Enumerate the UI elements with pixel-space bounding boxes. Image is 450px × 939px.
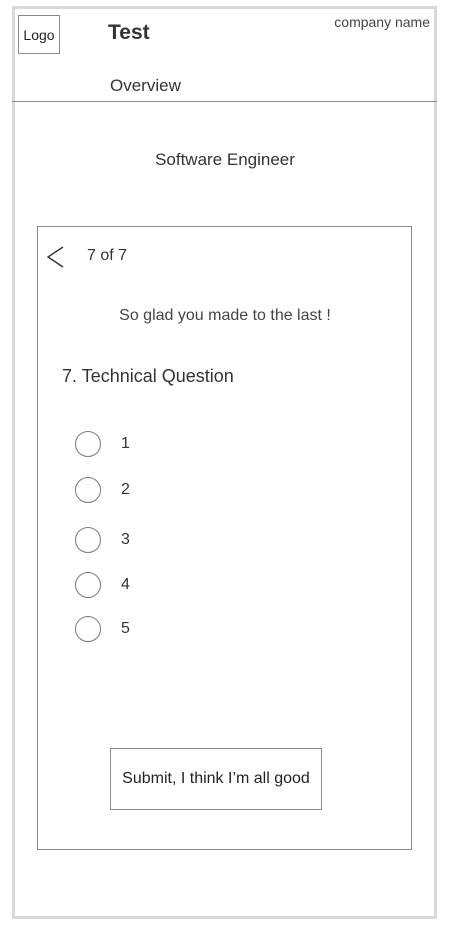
nav-overview-link[interactable]: Overview (110, 76, 181, 96)
radio-button[interactable] (75, 431, 101, 457)
radio-button[interactable] (75, 527, 101, 553)
back-button[interactable] (44, 244, 68, 270)
company-name: company name (334, 14, 430, 30)
option-5[interactable]: 5 (75, 614, 130, 644)
option-2[interactable]: 2 (75, 475, 130, 505)
chevron-left-icon (46, 246, 64, 268)
app-title: Test (108, 21, 150, 44)
logo: Logo (18, 15, 60, 54)
header-divider (12, 101, 437, 102)
option-label: 2 (121, 481, 130, 498)
radio-button[interactable] (75, 616, 101, 642)
submit-button[interactable]: Submit, I think I’m all good (110, 748, 322, 810)
option-label: 3 (121, 531, 130, 548)
question-title: 7. Technical Question (62, 366, 234, 386)
logo-text: Logo (23, 26, 55, 43)
question-progress: 7 of 7 (87, 247, 128, 264)
encouragement-text: So glad you made to the last ! (119, 307, 331, 324)
option-3[interactable]: 3 (75, 525, 130, 555)
radio-button[interactable] (75, 572, 101, 598)
option-label: 5 (121, 620, 130, 637)
radio-button[interactable] (75, 477, 101, 503)
option-label: 4 (121, 576, 130, 593)
option-label: 1 (121, 435, 130, 452)
option-1[interactable]: 1 (75, 429, 130, 459)
job-title: Software Engineer (155, 150, 295, 169)
option-4[interactable]: 4 (75, 570, 130, 600)
